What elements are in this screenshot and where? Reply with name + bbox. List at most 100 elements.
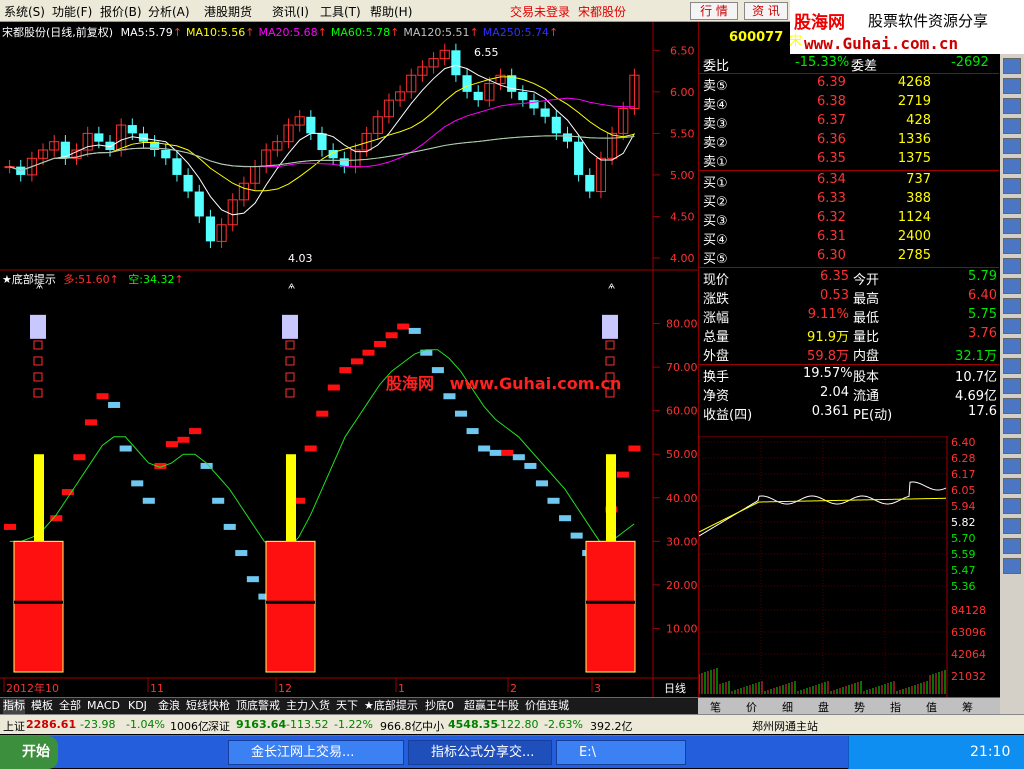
rtab-4[interactable]: 势 xyxy=(854,699,865,715)
toolbar-icon[interactable] xyxy=(1003,478,1021,494)
info-button[interactable]: 资 讯 xyxy=(744,2,788,20)
duo-bar xyxy=(501,449,514,456)
intraday-price-label: 5.59 xyxy=(951,548,976,561)
duo-bar xyxy=(466,428,479,435)
toolbar-icon[interactable] xyxy=(1003,58,1021,74)
tab-6[interactable]: 短线快枪 xyxy=(186,699,230,714)
toolbar-icon[interactable] xyxy=(1003,358,1021,374)
ind-tick-label: 70.00 xyxy=(666,361,698,374)
toolbar-icon[interactable] xyxy=(1003,98,1021,114)
ob-volume: 1336 xyxy=(897,132,931,147)
toolbar-icon[interactable] xyxy=(1003,118,1021,134)
start-button[interactable]: 开始 xyxy=(0,736,58,769)
volume-label: 84128 xyxy=(951,604,986,617)
stat-label: 今开 xyxy=(853,273,880,288)
stat-label: 最低 xyxy=(853,311,880,326)
task-jinchangjiang[interactable]: 金长江网上交易... xyxy=(228,740,404,765)
candle-body xyxy=(317,133,327,150)
intraday-chart[interactable]: 6.40 6.28 6.17 6.05 5.94 5.82 5.70 5.59 5.47 5.36… xyxy=(699,436,1001,698)
bottom-signal-marker xyxy=(30,314,46,339)
toolbar-icon[interactable] xyxy=(1003,538,1021,554)
period-label: 日线 xyxy=(664,681,686,695)
tab-0[interactable]: 指标 xyxy=(3,699,25,714)
task-formula-share[interactable]: 指标公式分享交... xyxy=(408,740,552,765)
toolbar-icon[interactable] xyxy=(1003,258,1021,274)
tab-1[interactable]: 模板 xyxy=(31,699,53,714)
toolbar-icon[interactable] xyxy=(1003,458,1021,474)
stat-value: 4.69亿 xyxy=(955,389,997,404)
tab-7[interactable]: 顶底警戒 xyxy=(236,699,280,714)
candle-body xyxy=(60,141,70,159)
toolbar-icon[interactable] xyxy=(1003,238,1021,254)
tab-11[interactable]: 抄底0 xyxy=(425,699,454,714)
intraday-price-label: 6.40 xyxy=(951,436,976,449)
tab-2[interactable]: 全部 xyxy=(59,699,81,714)
toolbar-icon[interactable] xyxy=(1003,138,1021,154)
quote-button[interactable]: 行 情 xyxy=(690,2,738,20)
menu-quote[interactable]: 报价(B) xyxy=(100,3,142,20)
candle-body xyxy=(540,108,550,117)
kline-chart[interactable]: 6.50 6.00 5.50 5.00 4.50 4.00 6.55 4.03 80.00 7… xyxy=(0,22,698,698)
menu-news[interactable]: 资讯(I) xyxy=(272,3,309,20)
rtab-1[interactable]: 价 xyxy=(746,699,757,715)
tab-13[interactable]: 价值连城 xyxy=(525,699,569,714)
rtab-5[interactable]: 指 xyxy=(890,699,901,715)
tab-4[interactable]: KDJ xyxy=(128,699,147,714)
panel-divider xyxy=(699,73,999,74)
menu-help[interactable]: 帮助(H) xyxy=(370,3,412,20)
duo-bar xyxy=(628,445,641,452)
ma-label-3: MA60:5.78 xyxy=(330,26,391,39)
toolbar-icon[interactable] xyxy=(1003,558,1021,574)
rtab-3[interactable]: 盘 xyxy=(818,699,829,715)
toolbar-icon[interactable] xyxy=(1003,418,1021,434)
rtab-2[interactable]: 细 xyxy=(782,699,793,715)
ob-volume: 388 xyxy=(906,191,931,206)
intraday-price-label: 5.82 xyxy=(951,516,976,529)
x-label: 3 xyxy=(594,682,601,695)
sz-name: 深证 xyxy=(208,720,230,733)
rtab-0[interactable]: 笔 xyxy=(710,699,721,715)
duo-bar xyxy=(73,454,86,461)
x-label: 12 xyxy=(278,682,292,695)
menu-system[interactable]: 系统(S) xyxy=(4,3,45,20)
rtab-6[interactable]: 值 xyxy=(926,699,937,715)
stat-label: 最高 xyxy=(853,292,880,307)
toolbar-icon[interactable] xyxy=(1003,438,1021,454)
tab-5[interactable]: 金浪 xyxy=(158,699,180,714)
toolbar-icon[interactable] xyxy=(1003,158,1021,174)
toolbar-icon[interactable] xyxy=(1003,78,1021,94)
duo-bar xyxy=(327,384,340,391)
ob-price: 6.39 xyxy=(817,75,846,90)
duo-bar xyxy=(547,497,560,504)
long-label: 多:51.60 xyxy=(63,273,110,286)
tab-9[interactable]: 天下 xyxy=(336,699,358,714)
tab-10[interactable]: ★底部提示 xyxy=(364,699,418,714)
task-explorer-e[interactable]: E:\ xyxy=(556,740,686,765)
duo-bar xyxy=(478,445,491,452)
toolbar-icon[interactable] xyxy=(1003,298,1021,314)
stat-value: 91.9万 xyxy=(807,330,849,345)
toolbar-icon[interactable] xyxy=(1003,518,1021,534)
tab-3[interactable]: MACD xyxy=(87,699,120,714)
menu-function[interactable]: 功能(F) xyxy=(52,3,92,20)
menu-tools[interactable]: 工具(T) xyxy=(320,3,361,20)
toolbar-icon[interactable] xyxy=(1003,218,1021,234)
tab-8[interactable]: 主力入货 xyxy=(286,699,330,714)
menu-analysis[interactable]: 分析(A) xyxy=(148,3,190,20)
server-name: 郑州网通主站 xyxy=(752,720,818,733)
toolbar-icon[interactable] xyxy=(1003,498,1021,514)
toolbar-icon[interactable] xyxy=(1003,278,1021,294)
toolbar-icon[interactable] xyxy=(1003,198,1021,214)
duo-bar xyxy=(304,445,317,452)
rtab-7[interactable]: 筹 xyxy=(962,699,973,715)
watermark-url: www.Guhai.com.cn xyxy=(449,374,622,393)
toolbar-icon[interactable] xyxy=(1003,338,1021,354)
menu-hk-futures[interactable]: 港股期货 xyxy=(204,3,252,20)
toolbar-icon[interactable] xyxy=(1003,318,1021,334)
zx-change: -122.80 xyxy=(496,718,539,731)
buy-level-3: 买③ 6.32 1124 xyxy=(699,209,999,229)
tab-12[interactable]: 超赢王牛股 xyxy=(464,699,519,714)
toolbar-icon[interactable] xyxy=(1003,398,1021,414)
toolbar-icon[interactable] xyxy=(1003,178,1021,194)
toolbar-icon[interactable] xyxy=(1003,378,1021,394)
